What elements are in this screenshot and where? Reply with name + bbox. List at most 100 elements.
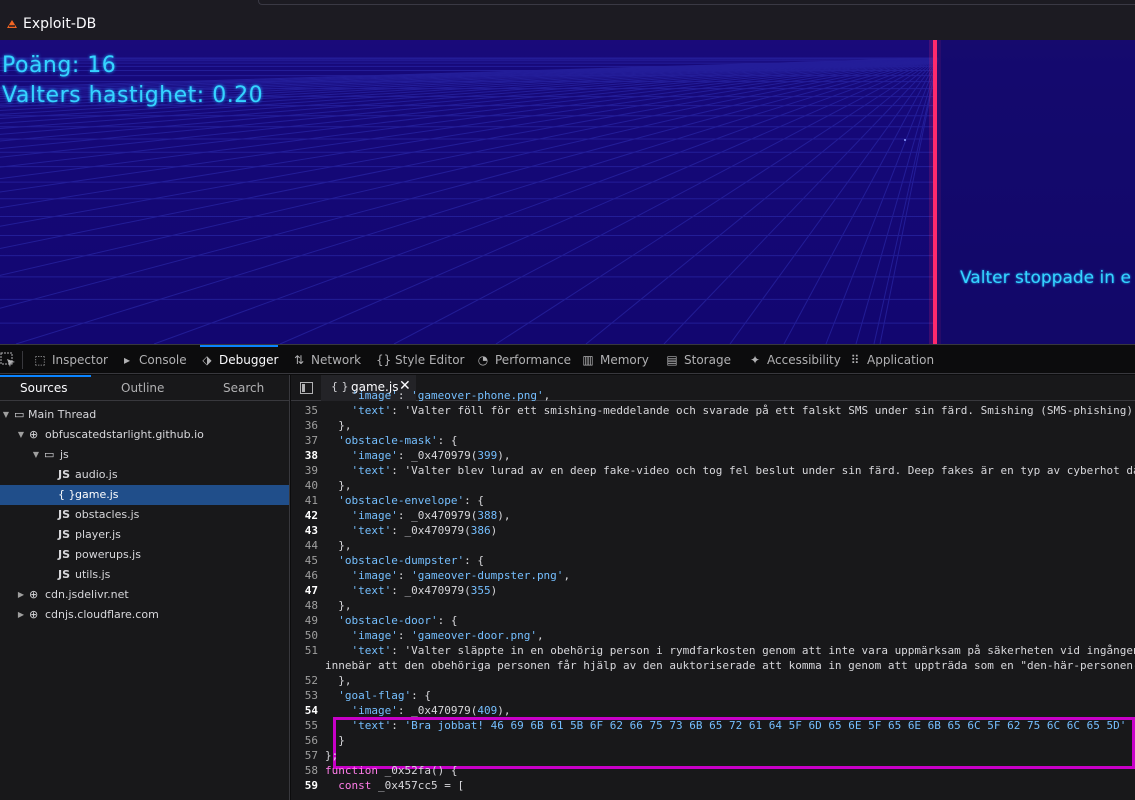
source-tree-item[interactable]: JS utils.js [0,565,289,585]
globe-icon: ⊕ [29,428,39,441]
line-number[interactable]: 40 [291,479,318,492]
line-number[interactable]: 50 [291,629,318,642]
line-number[interactable]: 56 [291,734,318,747]
toggle-sidebar-icon[interactable] [300,382,313,394]
tab-memory[interactable]: ▥ Memory [581,345,649,374]
tab-sources[interactable]: Sources [20,381,67,395]
line-number[interactable]: 47 [291,584,318,597]
code-line: 'obstacle-dumpster': { [338,554,484,567]
source-tree-item[interactable]: ▼ ▭ Main Thread [0,405,289,425]
line-number[interactable]: 41 [291,494,318,507]
js-file-icon: JS [58,528,71,541]
source-tree-label: audio.js [75,468,118,481]
chevron-down-icon[interactable]: ▼ [31,445,41,465]
memory-icon: ▥ [582,352,594,367]
source-tree-item[interactable]: JS audio.js [0,465,289,485]
line-number[interactable]: 59 [291,779,318,792]
line-number[interactable]: 51 [291,644,318,657]
js-file-icon: JS [58,548,71,561]
tab-accessibility[interactable]: ✦ Accessibility [748,345,841,374]
tab-inspector[interactable]: ⬚ Inspector [33,345,108,374]
network-icon: ⇅ [293,352,305,367]
window-title: Exploit-DB [23,16,97,32]
code-line: 'image': 'gameover-phone.png', [351,389,551,402]
source-tree-item[interactable]: JS obstacles.js [0,505,289,525]
js-file-icon: JS [58,508,71,521]
pretty-print-icon: { } [58,488,76,501]
code-line: 'image': _0x470979(399), [351,449,511,462]
chevron-down-icon[interactable]: ▼ [1,405,11,425]
code-line: 'text': 'Valter blev lurad av en deep fa… [351,464,1135,477]
source-tree-item[interactable]: JS player.js [0,525,289,545]
exploit-db-favicon-icon [7,20,17,28]
line-number[interactable]: 58 [291,764,318,777]
chevron-down-icon[interactable]: ▼ [16,425,26,445]
line-number[interactable]: 54 [291,704,318,717]
devtools-toolbar: ⬚ Inspector ▸ Console ⬗ Debugger ⇅ Network {} Sty… [0,344,1135,374]
code-line: }, [325,674,352,687]
folder-icon: ▭ [44,448,55,461]
chevron-right-icon[interactable]: ▶ [16,605,26,625]
line-number[interactable]: 57 [291,749,318,762]
line-number[interactable]: 48 [291,599,318,612]
line-number[interactable]: 38 [291,449,318,462]
source-tree-label: utils.js [75,568,111,581]
tab-debugger[interactable]: ⬗ Debugger [200,345,279,374]
source-tree-item[interactable]: { } game.js [0,485,289,505]
line-number[interactable]: 35 [291,404,318,417]
line-number[interactable]: 44 [291,539,318,552]
code-view[interactable]: 'image': 'gameover-phone.png', 35 'text':… [291,389,1135,800]
line-number[interactable]: 36 [291,419,318,432]
code-line: 'text': 'Valter föll för ett smishing-me… [351,404,1133,417]
code-editor: { } game.js ✕ 'image': 'gameover-phone.p… [291,375,1135,800]
score-label: Poäng: 16 [2,53,117,78]
line-number[interactable]: 55 [291,719,318,732]
tab-search[interactable]: Search [223,381,264,395]
tab-outline[interactable]: Outline [121,381,164,395]
code-line: } [325,734,345,747]
tab-network[interactable]: ⇅ Network [292,345,361,374]
code-line: }, [325,539,352,552]
tab-label: Style Editor [395,352,465,367]
line-number[interactable]: 53 [291,689,318,702]
line-number[interactable]: 42 [291,509,318,522]
url-bar-edge[interactable] [258,0,1135,5]
element-picker-icon[interactable] [0,352,16,368]
performance-icon: ◔ [477,352,489,367]
line-number[interactable]: 49 [291,614,318,627]
tab-performance[interactable]: ◔ Performance [476,345,571,374]
tab-application[interactable]: ⠿ Application [848,345,934,374]
accessibility-icon: ✦ [749,352,761,367]
game-canvas[interactable]: Poäng: 16 Valters hastighet: 0.20 Valter… [0,40,1135,344]
chevron-right-icon[interactable]: ▶ [16,585,26,605]
storage-icon: ▤ [666,352,678,367]
line-number[interactable]: 39 [291,464,318,477]
code-line: innebär att den obehöriga personen får h… [325,659,1135,672]
code-line: const _0x457cc5 = [ [338,779,465,792]
line-number[interactable]: 37 [291,434,318,447]
line-number[interactable]: 46 [291,569,318,582]
source-tree-item[interactable]: ▶ ⊕ cdnjs.cloudflare.com [0,605,289,625]
line-number[interactable]: 45 [291,554,318,567]
sources-tab-indicator [0,375,91,377]
source-tree-item[interactable]: ▼ ▭ js [0,445,289,465]
sources-tabs: Sources Outline Search [0,375,289,401]
tab-console[interactable]: ▸ Console [120,345,187,374]
code-line: 'text': _0x470979(386) [351,524,498,537]
tab-style-editor[interactable]: {} Style Editor [376,345,464,374]
code-line: 'obstacle-envelope': { [338,494,484,507]
line-number[interactable]: 43 [291,524,318,537]
line-number[interactable]: 52 [291,674,318,687]
sources-panel: Sources Outline Search ▼ ▭ Main Thread ▼ ⊕ ob… [0,375,290,800]
source-tree-item[interactable]: ▼ ⊕ obfuscatedstarlight.github.io [0,425,289,445]
source-tree-item[interactable]: ▶ ⊕ cdn.jsdelivr.net [0,585,289,605]
source-tree-label: obstacles.js [75,508,140,521]
tab-storage[interactable]: ▤ Storage [665,345,731,374]
source-tree-item[interactable]: JS powerups.js [0,545,289,565]
source-tree-label: Main Thread [28,408,97,421]
code-line: }, [325,599,352,612]
code-line: 'image': _0x470979(409), [351,704,511,717]
code-line: 'image': _0x470979(388), [351,509,511,522]
tab-label: Storage [684,352,731,367]
tab-label: Memory [600,352,649,367]
